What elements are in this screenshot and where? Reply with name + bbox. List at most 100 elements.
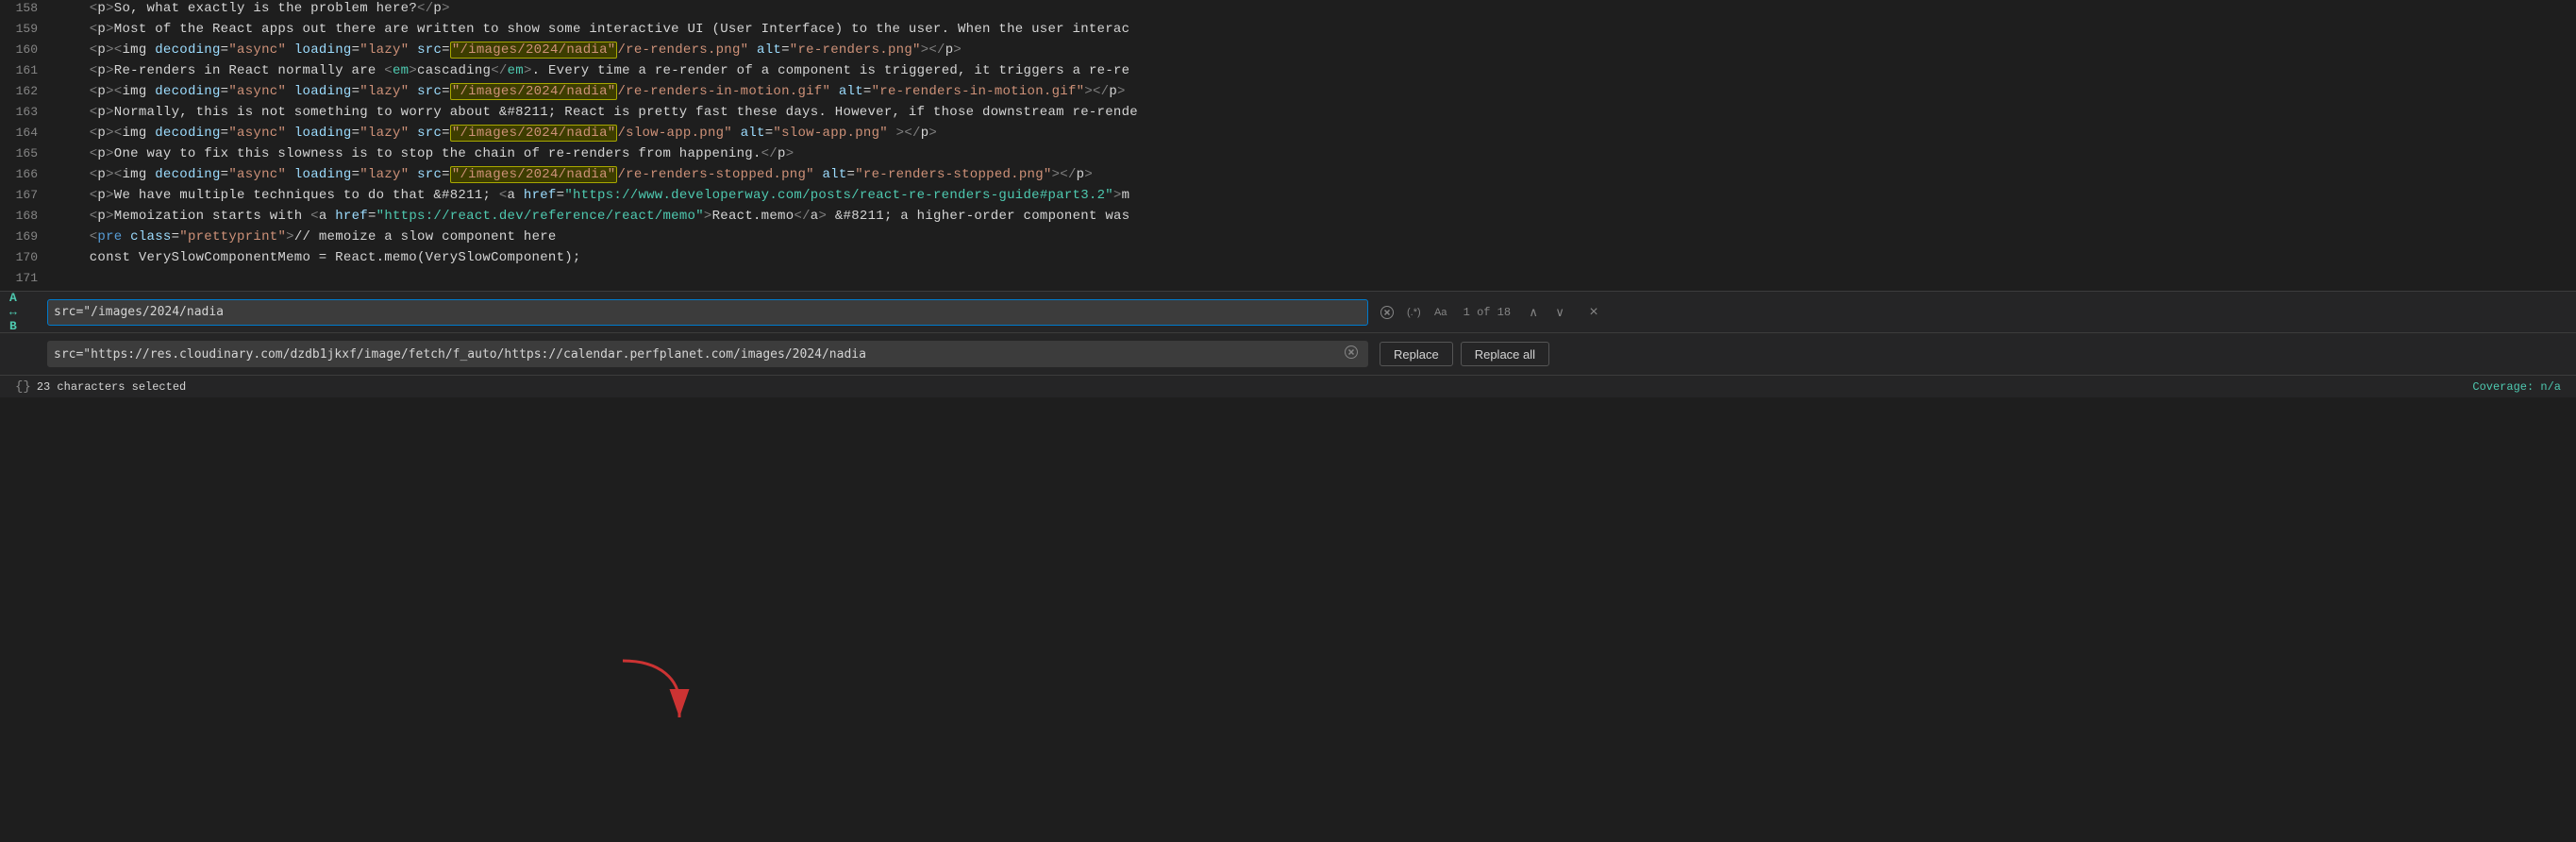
token (122, 229, 130, 244)
token: So, what exactly is the problem here? (114, 1, 417, 16)
find-input[interactable] (54, 305, 1362, 319)
find-replace-toggle-icon[interactable]: A↔B (9, 291, 38, 333)
token: "lazy" (360, 84, 409, 99)
find-controls: (.*) Aa 1 of 18 ∧ ∨ × (1376, 301, 1605, 324)
token: p (97, 22, 106, 37)
token: Re-renders in React normally are (114, 63, 385, 78)
token: p (97, 126, 106, 141)
clear-replace-button[interactable] (1341, 345, 1362, 363)
token: "async" (228, 167, 286, 182)
token: p (97, 105, 106, 120)
line-content: <p>Memoization starts with <a href="http… (57, 209, 2576, 224)
code-line: 158 <p>So, what exactly is the problem h… (0, 0, 2576, 21)
regex-button[interactable]: (.*) (1402, 301, 1426, 324)
line-content: <p><img decoding="async" loading="lazy" … (57, 84, 2576, 99)
token: "prettyprint" (179, 229, 286, 244)
token: // memoize a slow component here (294, 229, 557, 244)
code-line: 165 <p>One way to fix this slowness is t… (0, 145, 2576, 166)
token: "/images/2024/nadia" (450, 83, 618, 100)
token: Most of the React apps out there are wri… (114, 22, 1130, 37)
line-content: <p>Re-renders in React normally are <em>… (57, 63, 2576, 78)
token: "/images/2024/nadia" (450, 125, 618, 142)
token: < (57, 188, 97, 203)
token: = (847, 167, 856, 182)
token: a (319, 209, 327, 224)
token: em (508, 63, 524, 78)
token: < (57, 209, 97, 224)
token: src (417, 42, 442, 58)
line-number: 165 (0, 146, 57, 160)
line-number: 161 (0, 63, 57, 77)
token: loading (294, 167, 352, 182)
token: = (863, 84, 872, 99)
curly-braces-icon: {} (15, 379, 31, 395)
line-content: <p>One way to fix this slowness is to st… (57, 146, 2576, 161)
token: alt (757, 42, 781, 58)
code-line: 166 <p><img decoding="async" loading="la… (0, 166, 2576, 187)
token: > (106, 209, 114, 224)
token: ></ (1052, 167, 1077, 182)
token: >< (106, 126, 122, 141)
token: loading (294, 42, 352, 58)
line-number: 166 (0, 167, 57, 181)
token (286, 167, 294, 182)
replace-input-wrapper (47, 341, 1368, 367)
code-line: 159 <p>Most of the React apps out there … (0, 21, 2576, 42)
token: = (352, 126, 360, 141)
token: &#8211; a higher-order component was (827, 209, 1129, 224)
close-icon: × (1589, 304, 1597, 321)
token: /re-renders-in-motion.gif" (617, 84, 830, 99)
token: "/images/2024/nadia" (450, 166, 618, 183)
token: >< (106, 167, 122, 182)
token: > (928, 126, 937, 141)
token (888, 126, 896, 141)
token (147, 42, 156, 58)
token (515, 188, 524, 203)
close-find-button[interactable]: × (1582, 301, 1605, 324)
line-number: 169 (0, 229, 57, 244)
line-content: <p>We have multiple techniques to do tha… (57, 188, 2576, 203)
token: > (106, 105, 114, 120)
editor-area: 158 <p>So, what exactly is the problem h… (0, 0, 2576, 291)
replace-input[interactable] (54, 347, 1337, 362)
token: < (57, 42, 97, 58)
token: > (106, 22, 114, 37)
token (814, 167, 823, 182)
replace-button[interactable]: Replace (1380, 342, 1453, 366)
token: . Every time a re-render of a component … (532, 63, 1130, 78)
find-row: A↔B (.*) Aa 1 of (0, 292, 2576, 333)
prev-match-button[interactable]: ∧ (1522, 301, 1545, 324)
status-right: Coverage: n/a (2472, 380, 2561, 394)
token: "/images/2024/nadia" (450, 42, 618, 59)
token: const VerySlowComponentMemo = React.memo… (57, 250, 581, 265)
token: > (106, 63, 114, 78)
token: > (524, 63, 532, 78)
case-button[interactable]: Aa (1430, 301, 1452, 324)
token (748, 42, 757, 58)
token: decoding (155, 84, 220, 99)
token: </ (491, 63, 507, 78)
case-icon: Aa (1434, 307, 1447, 318)
token: "lazy" (360, 42, 409, 58)
token: > (1113, 188, 1122, 203)
code-line: 160 <p><img decoding="async" loading="la… (0, 42, 2576, 62)
token (409, 126, 417, 141)
token: p (97, 63, 106, 78)
selected-text-status: 23 characters selected (37, 380, 186, 394)
token: = (442, 126, 450, 141)
line-number: 168 (0, 209, 57, 223)
token (409, 84, 417, 99)
token: > (1117, 84, 1126, 99)
token: "re-renders-stopped.png" (855, 167, 1051, 182)
replace-all-button[interactable]: Replace all (1461, 342, 1549, 366)
token: "re-renders.png" (790, 42, 921, 58)
match-count: 1 of 18 (1464, 306, 1511, 319)
line-content: <p>So, what exactly is the problem here?… (57, 1, 2576, 16)
token: "async" (228, 84, 286, 99)
token: = (368, 209, 376, 224)
token: Memoization starts with (114, 209, 310, 224)
next-match-button[interactable]: ∨ (1548, 301, 1571, 324)
token: ></ (1084, 84, 1109, 99)
token: = (352, 42, 360, 58)
clear-find-button[interactable] (1376, 301, 1398, 324)
